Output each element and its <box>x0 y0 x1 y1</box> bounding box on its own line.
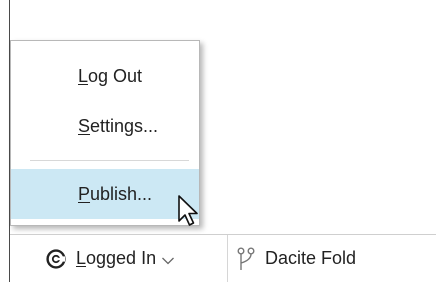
menu-divider <box>30 160 189 161</box>
account-menu: Log Out Settings... Publish... <box>10 40 200 226</box>
account-status-mnemonic: L <box>76 248 87 268</box>
window-left-edge <box>0 0 10 282</box>
project-status[interactable]: Dacite Fold <box>237 235 427 282</box>
status-bar: Logged In Dacite Fold <box>10 234 436 282</box>
arrow-cursor-icon <box>178 195 198 226</box>
menu-item-settings[interactable]: Settings... <box>11 102 199 150</box>
menu-item-publish-mnemonic: P <box>78 184 91 204</box>
branch-icon <box>237 247 255 270</box>
project-name-label: Dacite Fold <box>265 248 357 268</box>
brand-c-icon <box>46 248 66 269</box>
menu-item-settings-mnemonic: S <box>78 116 91 136</box>
menu-item-settings-label: ettings... <box>90 116 159 136</box>
menu-item-publish-label: ublish... <box>90 184 153 204</box>
account-status-label: ogged In <box>86 248 157 268</box>
menu-item-log-out[interactable]: Log Out <box>11 52 199 100</box>
menu-item-log-out-label: og Out <box>88 66 143 86</box>
chevron-down-icon <box>162 257 175 264</box>
account-status-button[interactable]: Logged In <box>10 235 228 282</box>
menu-item-log-out-mnemonic: L <box>78 66 89 86</box>
menu-item-publish[interactable]: Publish... <box>11 169 199 219</box>
